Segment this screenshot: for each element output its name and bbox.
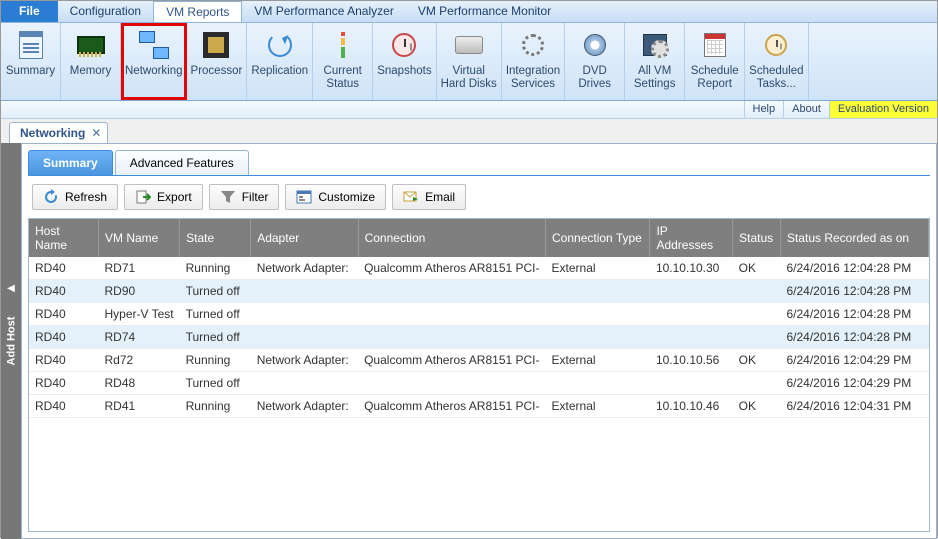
ribbon-integration-services[interactable]: IntegrationServices <box>502 23 565 100</box>
export-button[interactable]: Export <box>124 184 203 210</box>
col-host-name[interactable]: Host Name <box>29 219 98 257</box>
ribbon-snapshots[interactable]: Snapshots <box>373 23 436 100</box>
ribbon-schedule-report[interactable]: ScheduleReport <box>685 23 745 100</box>
refresh-icon <box>43 189 59 205</box>
col-ip-addresses[interactable]: IP Addresses <box>650 219 733 257</box>
content-panel: SummaryAdvanced Features RefreshExportFi… <box>21 143 937 539</box>
tab-summary[interactable]: Summary <box>28 150 113 175</box>
col-vm-name[interactable]: VM Name <box>98 219 179 257</box>
evaluation-badge: Evaluation Version <box>829 101 937 118</box>
table-row[interactable]: RD40RD74Turned off6/24/2016 12:04:28 PM <box>29 326 929 349</box>
ribbon-summary[interactable]: Summary <box>1 23 61 100</box>
export-icon <box>135 189 151 205</box>
task-icon <box>760 29 792 61</box>
report-icon <box>15 29 47 61</box>
net-icon <box>138 29 170 61</box>
inner-tabs: SummaryAdvanced Features <box>28 150 930 176</box>
menu-file[interactable]: File <box>1 1 58 22</box>
filter-button[interactable]: Filter <box>209 184 280 210</box>
customize-icon <box>296 189 312 205</box>
ribbon-scheduled-tasks[interactable]: ScheduledTasks... <box>745 23 808 100</box>
col-connection-type[interactable]: Connection Type <box>546 219 650 257</box>
ribbon-virtual-hard-disks[interactable]: VirtualHard Disks <box>437 23 502 100</box>
info-bar: Help About Evaluation Version <box>1 101 937 119</box>
repl-icon <box>264 29 296 61</box>
ribbon-dvd-drives[interactable]: DVDDrives <box>565 23 625 100</box>
mem-icon <box>75 29 107 61</box>
menu-configuration[interactable]: Configuration <box>58 1 153 22</box>
cpu-icon <box>200 29 232 61</box>
add-host-label: Add Host <box>5 317 17 366</box>
data-grid-container: Host NameVM NameStateAdapterConnectionCo… <box>28 218 930 532</box>
refresh-button[interactable]: Refresh <box>32 184 118 210</box>
networking-grid: Host NameVM NameStateAdapterConnectionCo… <box>29 219 929 418</box>
content-toolbar: RefreshExportFilterCustomizeEmail <box>28 176 930 218</box>
email-icon <box>403 189 419 205</box>
allvm-icon <box>639 29 671 61</box>
help-link[interactable]: Help <box>744 101 784 118</box>
disk-icon <box>453 29 485 61</box>
table-row[interactable]: RD40Rd72RunningNetwork Adapter:Qualcomm … <box>29 349 929 372</box>
snap-icon <box>388 29 420 61</box>
filter-icon <box>220 189 236 205</box>
close-icon[interactable]: ✕ <box>91 126 101 140</box>
col-status-recorded-as-on[interactable]: Status Recorded as on <box>780 219 928 257</box>
doc-tab-networking[interactable]: Networking ✕ <box>9 122 108 143</box>
table-row[interactable]: RD40RD41RunningNetwork Adapter:Qualcomm … <box>29 395 929 418</box>
gear-icon <box>517 29 549 61</box>
ribbon-toolbar: SummaryMemoryNetworkingProcessorReplicat… <box>1 23 937 101</box>
chevron-left-icon: ◀ <box>7 283 15 294</box>
table-row[interactable]: RD40RD48Turned off6/24/2016 12:04:29 PM <box>29 372 929 395</box>
col-status[interactable]: Status <box>733 219 781 257</box>
add-host-panel-toggle[interactable]: Add Host ◀ <box>1 143 21 539</box>
status-icon <box>327 29 359 61</box>
ribbon-networking[interactable]: Networking <box>121 23 187 100</box>
menu-vm-reports[interactable]: VM Reports <box>153 1 242 22</box>
table-row[interactable]: RD40RD71RunningNetwork Adapter:Qualcomm … <box>29 257 929 280</box>
doc-tab-label: Networking <box>20 126 85 140</box>
dvd-icon <box>579 29 611 61</box>
customize-button[interactable]: Customize <box>285 184 386 210</box>
ribbon-replication[interactable]: Replication <box>247 23 313 100</box>
tab-advanced-features[interactable]: Advanced Features <box>115 150 249 175</box>
col-state[interactable]: State <box>180 219 251 257</box>
ribbon-all-vm-settings[interactable]: All VMSettings <box>625 23 685 100</box>
col-connection[interactable]: Connection <box>358 219 545 257</box>
ribbon-memory[interactable]: Memory <box>61 23 121 100</box>
table-row[interactable]: RD40RD90Turned off6/24/2016 12:04:28 PM <box>29 280 929 303</box>
about-link[interactable]: About <box>783 101 829 118</box>
document-tabs: Networking ✕ <box>1 119 937 143</box>
menu-vm-performance-analyzer[interactable]: VM Performance Analyzer <box>242 1 405 22</box>
menu-vm-performance-monitor[interactable]: VM Performance Monitor <box>406 1 563 22</box>
email-button[interactable]: Email <box>392 184 466 210</box>
ribbon-current-status[interactable]: CurrentStatus <box>313 23 373 100</box>
sched-icon <box>699 29 731 61</box>
ribbon-processor[interactable]: Processor <box>187 23 248 100</box>
menu-bar: File ConfigurationVM ReportsVM Performan… <box>1 1 937 23</box>
col-adapter[interactable]: Adapter <box>251 219 358 257</box>
table-row[interactable]: RD40Hyper-V TestTurned off6/24/2016 12:0… <box>29 303 929 326</box>
